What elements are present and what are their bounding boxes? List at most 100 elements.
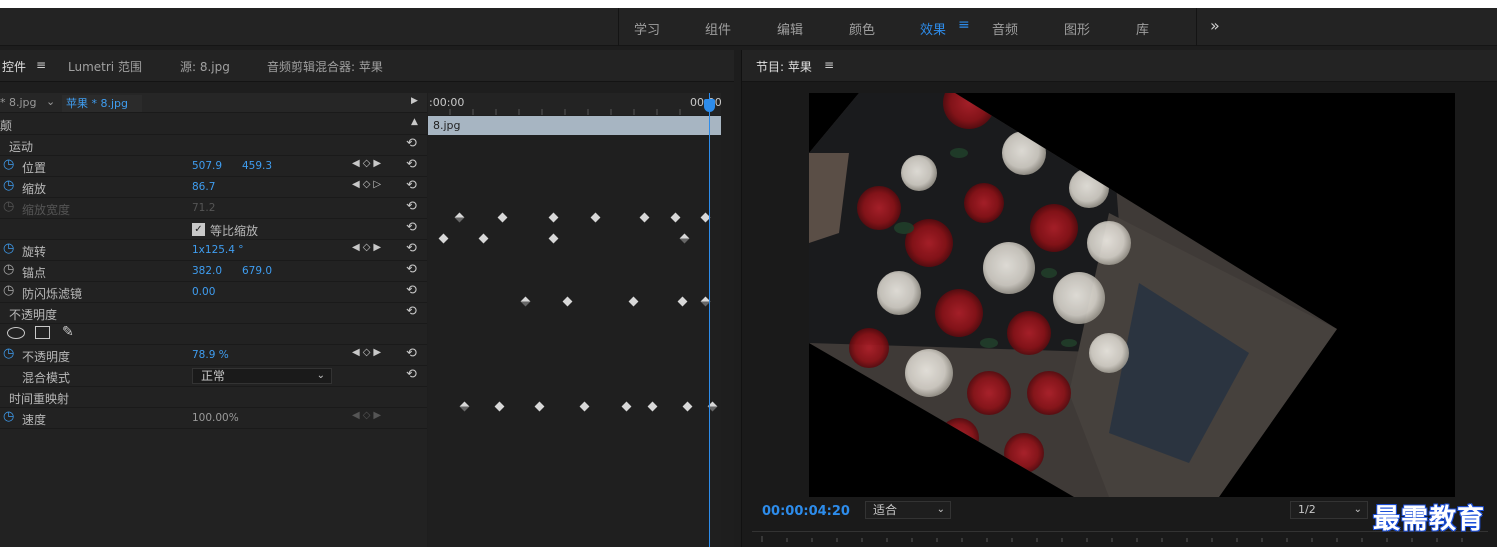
reset-icon[interactable]: ⟲ (406, 136, 417, 151)
workspace-color[interactable]: 颜色 (849, 19, 875, 38)
keyframe[interactable] (478, 233, 489, 244)
ellipse-mask-icon[interactable] (7, 327, 25, 339)
stopwatch-icon[interactable]: ◷ (3, 347, 16, 360)
reset-icon[interactable]: ⟲ (406, 220, 417, 235)
keyframe[interactable] (520, 296, 531, 307)
anchor-y-value[interactable]: 679.0 (242, 265, 272, 277)
keyframe[interactable] (670, 212, 681, 223)
playback-resolution-dropdown[interactable]: 1/2 ⌄ (1290, 501, 1368, 519)
video-label: 颠 (0, 119, 13, 133)
tab-program[interactable]: 节目: 苹果 (756, 58, 812, 75)
workspace-audio[interactable]: 音频 (992, 19, 1018, 38)
reset-icon[interactable]: ⟲ (406, 241, 417, 256)
reset-icon[interactable]: ⟲ (406, 157, 417, 172)
tab-source[interactable]: 源: 8.jpg (180, 58, 230, 75)
speed-value[interactable]: 100.00% (192, 412, 239, 424)
opacity-group-row[interactable]: 不透明度 ⟲ (0, 303, 427, 324)
tab-lumetri-scopes[interactable]: Lumetri 范围 (68, 58, 142, 75)
keyframe[interactable] (534, 401, 545, 412)
chevron-down-icon[interactable]: ⌄ (46, 95, 55, 108)
timeline-clip-bar[interactable]: 8.jpg (428, 116, 721, 135)
keyframe-nav-icon[interactable]: ◀◇▷ (352, 179, 384, 190)
anchor-x-value[interactable]: 382.0 (192, 265, 222, 277)
blend-mode-dropdown[interactable]: 正常 ⌄ (192, 368, 332, 384)
clip-selector-row: * 8.jpg ⌄ 苹果 * 8.jpg ▶ (0, 93, 427, 113)
playhead-handle[interactable] (704, 99, 715, 112)
effect-timeline[interactable]: :00:00 00:00 8.jpg (428, 93, 722, 547)
position-row: ◷ 位置 507.9 459.3 ◀◇▶ ⟲ (0, 156, 427, 177)
workspace-editing[interactable]: 编辑 (777, 19, 803, 38)
speed-label: 速度 (22, 413, 47, 427)
timeline-ruler[interactable]: :00:00 00:00 (428, 93, 722, 115)
reset-icon[interactable]: ⟲ (406, 283, 417, 298)
keyframe[interactable] (590, 212, 601, 223)
uniform-scale-checkbox[interactable]: ✓ (192, 223, 205, 236)
rotation-value[interactable]: 1x125.4 ° (192, 244, 244, 256)
stopwatch-icon[interactable]: ◷ (3, 158, 16, 171)
time-remap-row[interactable]: 时间重映射 (0, 387, 427, 408)
motion-row[interactable]: 运动 ⟲ (0, 135, 427, 156)
playhead-timecode[interactable]: 00:00:04:20 (762, 504, 850, 519)
stopwatch-icon[interactable]: ◷ (3, 179, 16, 192)
tab-effect-controls[interactable]: 控件 (2, 58, 26, 75)
workspace-graphics[interactable]: 图形 (1064, 19, 1090, 38)
keyframe[interactable] (579, 401, 590, 412)
playback-resolution-value: 1/2 (1298, 503, 1316, 516)
workspace-assembly[interactable]: 组件 (705, 19, 731, 38)
pen-mask-icon[interactable]: ✎ (62, 324, 74, 340)
keyframe[interactable] (438, 233, 449, 244)
play-only-icon[interactable]: ▶ (411, 96, 418, 106)
antiflicker-value[interactable]: 0.00 (192, 286, 215, 298)
stopwatch-icon[interactable]: ◷ (3, 410, 16, 423)
keyframe[interactable] (548, 233, 559, 244)
keyframe[interactable] (459, 401, 470, 412)
tab-audio-clip-mixer[interactable]: 音频剪辑混合器: 苹果 (267, 58, 383, 75)
stopwatch-icon[interactable]: ◷ (3, 242, 16, 255)
keyframe[interactable] (497, 212, 508, 223)
reset-icon[interactable]: ⟲ (406, 262, 417, 277)
scale-label: 缩放 (22, 182, 47, 196)
panel-menu-icon[interactable]: ≡ (36, 58, 46, 72)
stopwatch-icon[interactable]: ◷ (3, 284, 16, 297)
keyframe-nav-icon[interactable]: ◀◇▶ (352, 347, 384, 358)
keyframe[interactable] (682, 401, 693, 412)
playhead-line[interactable] (709, 93, 710, 547)
reset-icon[interactable]: ⟲ (406, 367, 417, 382)
workspace-libraries[interactable]: 库 (1136, 19, 1149, 38)
keyframe[interactable] (679, 233, 690, 244)
keyframe-nav-icon[interactable]: ◀◇▶ (352, 242, 384, 253)
zoom-level-dropdown[interactable]: 适合 ⌄ (865, 501, 951, 519)
collapse-up-icon[interactable]: ▲ (411, 117, 418, 127)
reset-icon[interactable]: ⟲ (406, 178, 417, 193)
workspace-effects[interactable]: 效果 (920, 19, 946, 38)
rectangle-mask-icon[interactable] (35, 326, 50, 339)
keyframe[interactable] (628, 296, 639, 307)
more-workspaces-icon[interactable]: » (1210, 16, 1220, 35)
keyframe[interactable] (548, 212, 559, 223)
stopwatch-icon[interactable]: ◷ (3, 263, 16, 276)
workspaces-bar: 学习 组件 编辑 颜色 效果 ≡ 音频 图形 库 » (0, 8, 1497, 46)
program-viewer[interactable] (809, 93, 1455, 497)
keyframe[interactable] (494, 401, 505, 412)
keyframe[interactable] (647, 401, 658, 412)
keyframe[interactable] (562, 296, 573, 307)
reset-icon[interactable]: ⟲ (406, 346, 417, 361)
reset-icon[interactable]: ⟲ (406, 199, 417, 214)
sequence-clip-label[interactable]: 苹果 * 8.jpg (62, 95, 142, 112)
reset-icon[interactable]: ⟲ (406, 304, 417, 319)
keyframe-nav-icon[interactable]: ◀◇▶ (352, 158, 384, 169)
scale-value[interactable]: 86.7 (192, 181, 215, 193)
keyframe-nav-icon[interactable]: ◀◇▶ (352, 410, 384, 421)
workspace-menu-icon[interactable]: ≡ (958, 17, 970, 33)
keyframe[interactable] (639, 212, 650, 223)
anchor-label: 锚点 (22, 266, 47, 280)
panel-menu-icon[interactable]: ≡ (824, 58, 834, 72)
keyframe[interactable] (621, 401, 632, 412)
opacity-value[interactable]: 78.9 % (192, 349, 229, 361)
position-x-value[interactable]: 507.9 (192, 160, 222, 172)
time-remap-label: 时间重映射 (9, 392, 70, 406)
keyframe[interactable] (677, 296, 688, 307)
position-y-value[interactable]: 459.3 (242, 160, 272, 172)
workspace-learn[interactable]: 学习 (634, 19, 660, 38)
keyframe[interactable] (454, 212, 465, 223)
